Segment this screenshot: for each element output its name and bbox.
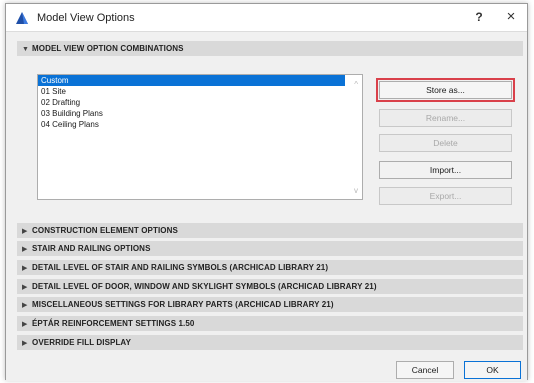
model-view-options-dialog: Model View Options ? × ▼ MODEL VIEW OPTIO… xyxy=(5,3,528,381)
rename-button[interactable]: Rename... xyxy=(379,109,512,127)
import-button[interactable]: Import... xyxy=(379,161,512,179)
list-item[interactable]: 02 Drafting xyxy=(38,97,345,108)
title-bar: Model View Options ? × xyxy=(6,4,527,32)
collapsed-arrow-icon: ▶ xyxy=(22,321,28,328)
section-header-construction-element-options[interactable]: ▶ CONSTRUCTION ELEMENT OPTIONS xyxy=(17,223,523,238)
model-view-combinations-panel: Custom 01 Site 02 Drafting 03 Building P… xyxy=(17,60,523,214)
combinations-list[interactable]: Custom 01 Site 02 Drafting 03 Building P… xyxy=(37,74,363,200)
help-button[interactable]: ? xyxy=(472,10,486,24)
collapsed-arrow-icon: ▶ xyxy=(22,246,28,253)
section-header-miscellaneous-settings[interactable]: ▶ MISCELLANEOUS SETTINGS FOR LIBRARY PART… xyxy=(17,297,523,312)
section-header-eptar-reinforcement-settings[interactable]: ▶ ÉPTÁR REINFORCEMENT SETTINGS 1.50 xyxy=(17,316,523,331)
close-button[interactable]: × xyxy=(503,8,519,25)
list-item[interactable]: Custom xyxy=(38,75,345,86)
collapsed-arrow-icon: ▶ xyxy=(22,265,28,272)
section-header-door-window-skylight-symbols[interactable]: ▶ DETAIL LEVEL OF DOOR, WINDOW AND SKYLIG… xyxy=(17,279,523,294)
window-title: Model View Options xyxy=(37,12,135,24)
dialog-footer: Cancel OK xyxy=(6,354,527,381)
collapsed-arrow-icon: ▶ xyxy=(22,302,28,309)
section-header-override-fill-display[interactable]: ▶ OVERRIDE FILL DISPLAY xyxy=(17,335,523,350)
delete-button[interactable]: Delete xyxy=(379,134,512,152)
collapsed-arrow-icon: ▶ xyxy=(22,284,28,291)
section-header-stair-railing-symbols[interactable]: ▶ DETAIL LEVEL OF STAIR AND RAILING SYMBO… xyxy=(17,260,523,275)
collapsed-arrow-icon: ▶ xyxy=(22,340,28,347)
section-header-stair-and-railing-options[interactable]: ▶ STAIR AND RAILING OPTIONS xyxy=(17,241,523,256)
expanded-arrow-icon: ▼ xyxy=(22,46,30,53)
list-item[interactable]: 01 Site xyxy=(38,86,345,97)
export-button[interactable]: Export... xyxy=(379,187,512,205)
section-header-model-view-option-combinations[interactable]: ▼ MODEL VIEW OPTION COMBINATIONS xyxy=(17,41,523,56)
ok-button[interactable]: OK xyxy=(464,361,521,379)
cancel-button[interactable]: Cancel xyxy=(396,361,454,379)
list-item[interactable]: 03 Building Plans xyxy=(38,108,345,119)
scroll-down-icon[interactable]: v xyxy=(354,186,358,195)
scroll-up-icon[interactable]: ^ xyxy=(354,80,358,89)
list-item[interactable]: 04 Ceiling Plans xyxy=(38,119,345,130)
collapsed-arrow-icon: ▶ xyxy=(22,228,28,235)
archicad-app-icon xyxy=(16,12,28,24)
store-as-button[interactable]: Store as... xyxy=(376,78,515,102)
